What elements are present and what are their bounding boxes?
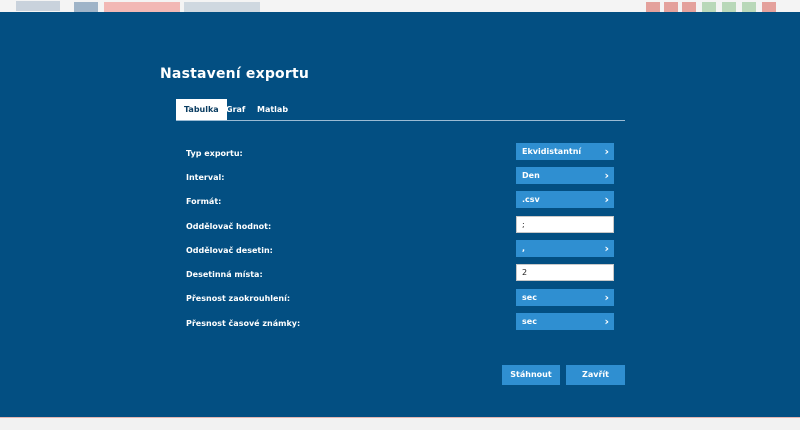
background-toolbar-icon	[762, 2, 776, 12]
export-settings-dialog: Nastavení exportu	[0, 12, 800, 417]
background-logo	[16, 1, 60, 11]
field-label-decimal-places: Desetinná místa:	[186, 270, 263, 279]
field-label-interval: Interval:	[186, 173, 225, 182]
background-toolbar-icon	[682, 2, 696, 12]
decimal-separator-value: ,	[522, 244, 526, 253]
rounding-precision-value: sec	[522, 293, 537, 302]
field-label-rounding-precision: Přesnost zaokrouhlení:	[186, 294, 291, 303]
download-button[interactable]: Stáhnout	[502, 365, 560, 385]
background-app-header	[0, 0, 800, 12]
background-app-footer	[0, 417, 800, 430]
timestamp-precision-value: sec	[522, 317, 537, 326]
export-type-value: Ekvidistantní	[522, 147, 582, 156]
format-select[interactable]: .csv ›	[516, 191, 614, 208]
decimal-separator-select[interactable]: , ›	[516, 240, 614, 257]
tab-matlab[interactable]: Matlab	[257, 99, 288, 120]
chevron-right-icon: ›	[604, 169, 609, 182]
format-value: .csv	[522, 195, 540, 204]
background-nav-item	[74, 2, 98, 12]
field-label-value-separator: Oddělovač hodnot:	[186, 222, 272, 231]
field-label-format: Formát:	[186, 197, 222, 206]
chevron-right-icon: ›	[604, 291, 609, 304]
decimal-places-input[interactable]	[516, 264, 614, 281]
chevron-right-icon: ›	[604, 145, 609, 158]
rounding-precision-select[interactable]: sec ›	[516, 289, 614, 306]
value-separator-input[interactable]	[516, 216, 614, 233]
background-nav-item	[184, 2, 260, 12]
dialog-title: Nastavení exportu	[160, 66, 310, 82]
interval-select[interactable]: Den ›	[516, 167, 614, 184]
export-type-select[interactable]: Ekvidistantní ›	[516, 143, 614, 160]
background-toolbar-icon	[742, 2, 756, 12]
chevron-right-icon: ›	[604, 315, 609, 328]
tab-tabulka[interactable]: Tabulka	[176, 99, 227, 120]
background-toolbar-icon	[646, 2, 660, 12]
close-button[interactable]: Zavřít	[566, 365, 625, 385]
background-nav-item	[104, 2, 180, 12]
interval-value: Den	[522, 171, 540, 180]
chevron-right-icon: ›	[604, 242, 609, 255]
field-label-decimal-separator: Oddělovač desetin:	[186, 246, 273, 255]
chevron-right-icon: ›	[604, 193, 609, 206]
field-label-export-type: Typ exportu:	[186, 149, 243, 158]
tab-graf[interactable]: Graf	[226, 99, 245, 120]
background-toolbar-icon	[664, 2, 678, 12]
field-label-timestamp-precision: Přesnost časové známky:	[186, 319, 301, 328]
timestamp-precision-select[interactable]: sec ›	[516, 313, 614, 330]
tab-divider	[176, 120, 625, 121]
background-toolbar-icon	[702, 2, 716, 12]
background-toolbar-icon	[722, 2, 736, 12]
